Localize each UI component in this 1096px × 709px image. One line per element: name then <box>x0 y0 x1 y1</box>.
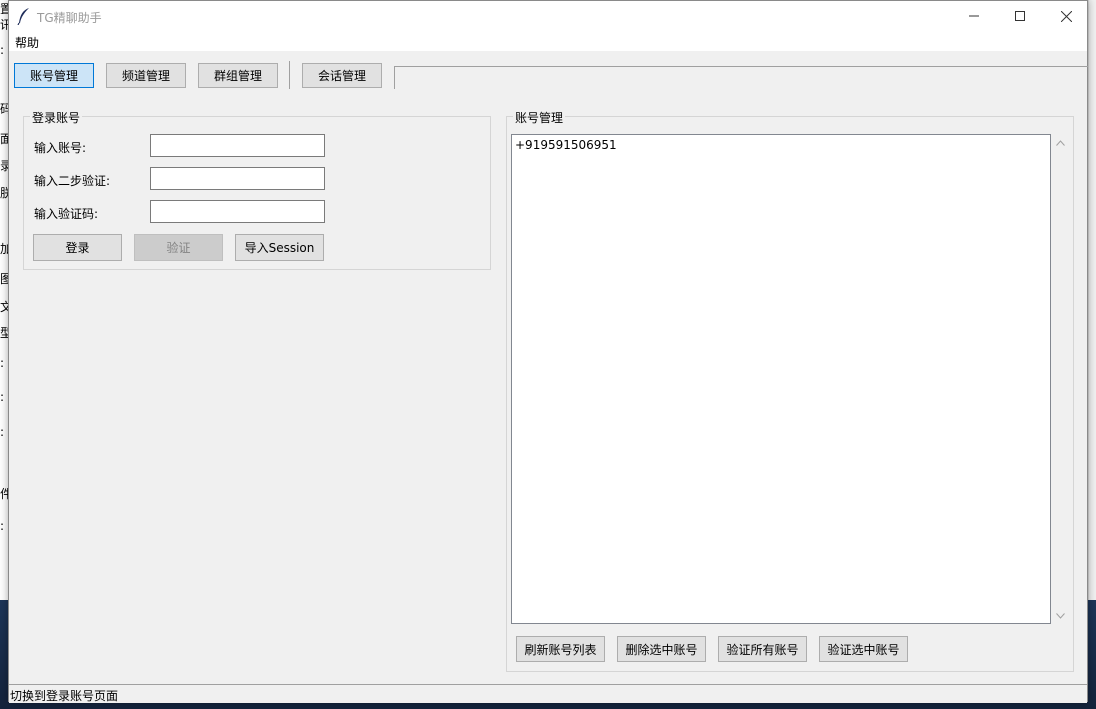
title-bar[interactable]: TG精聊助手 <box>9 1 1087 31</box>
account-list-scrollbar[interactable] <box>1052 134 1069 624</box>
tab-session-management[interactable]: 会话管理 <box>302 63 382 88</box>
maximize-button[interactable] <box>997 1 1043 31</box>
menu-help[interactable]: 帮助 <box>15 34 39 51</box>
account-group-title: 账号管理 <box>513 109 566 126</box>
tab-account-management[interactable]: 账号管理 <box>14 63 94 88</box>
verify-selected-button[interactable]: 验证选中账号 <box>819 636 908 662</box>
account-input[interactable] <box>150 134 325 157</box>
refresh-accounts-button[interactable]: 刷新账号列表 <box>516 636 605 662</box>
twofa-input[interactable] <box>150 167 325 190</box>
minimize-button[interactable] <box>951 1 997 31</box>
twofa-label: 输入二步验证: <box>34 174 111 188</box>
tab-separator <box>289 61 290 89</box>
scroll-down-icon[interactable] <box>1052 607 1069 624</box>
login-button[interactable]: 登录 <box>33 234 122 261</box>
verify-button[interactable]: 验证 <box>134 234 223 261</box>
import-session-button[interactable]: 导入Session <box>235 234 324 261</box>
feather-icon <box>17 7 31 26</box>
account-listbox[interactable]: +919591506951 <box>511 134 1051 624</box>
close-button[interactable] <box>1043 1 1089 31</box>
background-window-edge <box>1088 0 1096 600</box>
login-group-title: 登录账号 <box>30 109 83 126</box>
status-text: 切换到登录账号页面 <box>10 689 119 703</box>
tab-channel-management[interactable]: 频道管理 <box>106 63 186 88</box>
account-label: 输入账号: <box>34 141 87 155</box>
verify-all-button[interactable]: 验证所有账号 <box>718 636 807 662</box>
status-bar: 切换到登录账号页面 <box>9 684 1087 703</box>
tab-separator <box>394 67 395 89</box>
scroll-up-icon[interactable] <box>1052 134 1069 151</box>
code-input[interactable] <box>150 200 325 223</box>
menu-bar: 帮助 <box>9 31 1087 51</box>
code-label: 输入验证码: <box>34 207 99 221</box>
window-title: TG精聊助手 <box>37 11 102 25</box>
tab-group-management[interactable]: 群组管理 <box>198 63 278 88</box>
account-list-item[interactable]: +919591506951 <box>515 138 617 152</box>
tab-divider-line <box>394 66 1088 67</box>
app-window: TG精聊助手 帮助 账号管理 频道管理 群组管理 会话管理 登录账号 输入账号:… <box>8 0 1088 703</box>
delete-selected-button[interactable]: 删除选中账号 <box>617 636 706 662</box>
